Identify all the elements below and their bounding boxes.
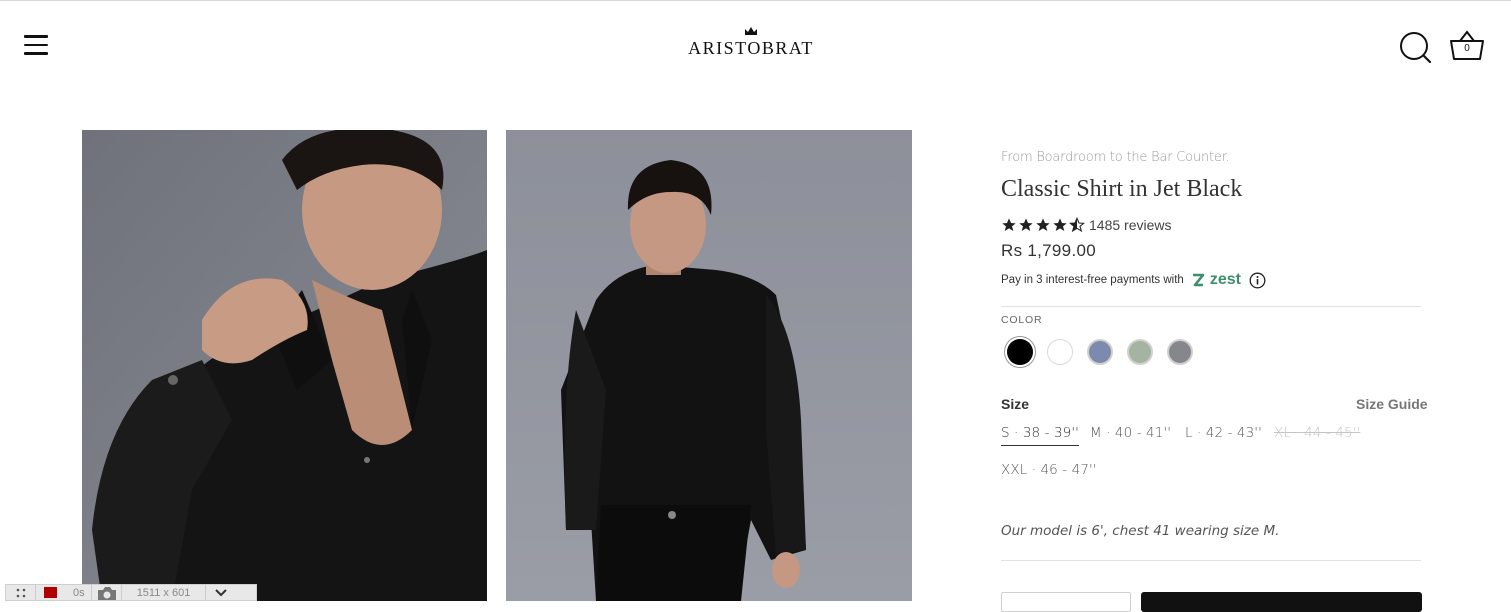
- record-timer: 0s: [73, 586, 85, 599]
- dev-toolbar: 0s 1511 x 601: [5, 584, 257, 601]
- record-icon: [44, 587, 57, 598]
- star-half-icon: [1069, 217, 1085, 233]
- color-swatches: [1004, 336, 1196, 368]
- product-title: Classic Shirt in Jet Black: [1001, 176, 1243, 202]
- swatch-sage[interactable]: [1124, 336, 1156, 368]
- swatch-white[interactable]: [1044, 336, 1076, 368]
- size-label: Size: [1001, 396, 1030, 412]
- color-label: COLOR: [1001, 314, 1043, 326]
- search-icon[interactable]: [1398, 30, 1432, 64]
- product-image-full[interactable]: [506, 130, 912, 601]
- brand-logo[interactable]: ARISTOBRAT: [686, 24, 816, 60]
- product-image-closeup[interactable]: [82, 130, 487, 601]
- size-option-xxl[interactable]: XXL · 46 - 47'': [1001, 462, 1097, 478]
- camera-icon[interactable]: [92, 584, 122, 601]
- header-top-border: [0, 0, 1511, 1]
- size-option-l[interactable]: L · 42 - 43'': [1185, 425, 1262, 441]
- crown-icon: [745, 27, 757, 35]
- swatch-black[interactable]: [1004, 336, 1036, 368]
- size-option-xl[interactable]: XL · 44 - 45'': [1274, 425, 1360, 441]
- product-tagline: From Boardroom to the Bar Counter.: [1001, 150, 1230, 165]
- info-icon[interactable]: [1249, 272, 1266, 289]
- model-fit-note: Our model is 6', chest 41 wearing size M…: [1001, 523, 1280, 539]
- record-button[interactable]: 0s: [36, 584, 92, 601]
- size-option-m[interactable]: M · 40 - 41'': [1090, 425, 1171, 441]
- viewport-size: 1511 x 601: [122, 584, 206, 601]
- menu-icon[interactable]: [24, 35, 48, 55]
- size-option-s[interactable]: S · 38 - 39'': [1001, 425, 1079, 446]
- zest-mark-icon: [1192, 273, 1205, 287]
- reviews-count[interactable]: 1485 reviews: [1089, 217, 1172, 233]
- chevron-down-icon[interactable]: [206, 584, 236, 601]
- star-full-icon: [1053, 218, 1067, 231]
- rating-stars: [1001, 217, 1085, 233]
- product-rating[interactable]: 1485 reviews: [1001, 216, 1172, 234]
- cart-count-badge: 0: [1464, 43, 1470, 54]
- installment-offer: Pay in 3 interest-free payments with zes…: [1001, 271, 1266, 289]
- size-guide-link[interactable]: Size Guide: [1356, 396, 1428, 412]
- swatch-grey[interactable]: [1164, 336, 1196, 368]
- star-full-icon: [1002, 218, 1016, 231]
- installment-text: Pay in 3 interest-free payments with: [1001, 274, 1184, 286]
- product-price: Rs 1,799.00: [1001, 241, 1096, 260]
- star-full-icon: [1019, 218, 1033, 231]
- brand-name: ARISTOBRAT: [688, 38, 814, 58]
- section-divider: [1001, 306, 1421, 307]
- quantity-input[interactable]: [1001, 592, 1131, 612]
- star-full-icon: [1036, 218, 1050, 231]
- drag-handle-icon[interactable]: [6, 584, 36, 601]
- zest-brand: zest: [1209, 271, 1241, 288]
- section-divider: [1001, 560, 1421, 561]
- swatch-blue[interactable]: [1084, 336, 1116, 368]
- zest-logo: zest: [1190, 271, 1241, 289]
- add-to-cart-button[interactable]: [1141, 592, 1422, 612]
- cart-basket-icon[interactable]: 0: [1449, 29, 1485, 63]
